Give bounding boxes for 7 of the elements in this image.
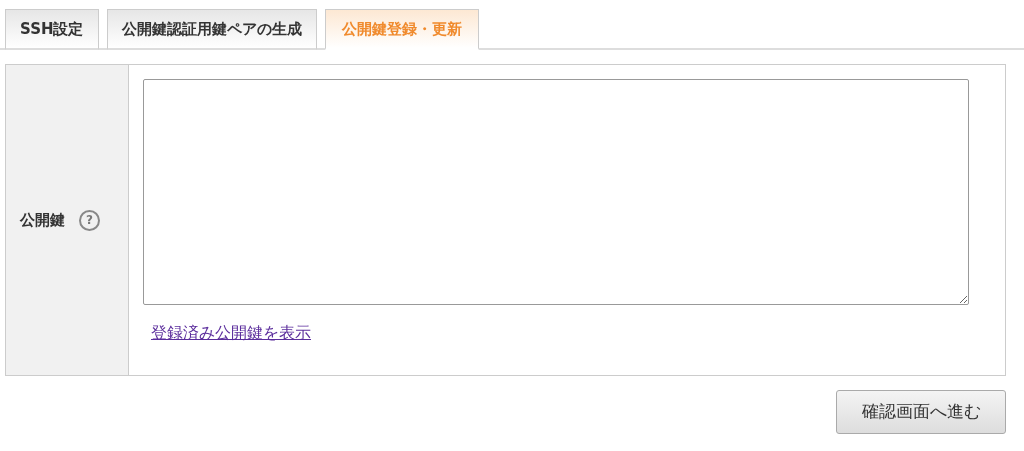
confirm-button[interactable]: 確認画面へ進む: [836, 390, 1006, 434]
public-key-field[interactable]: [143, 79, 969, 305]
show-keys-link[interactable]: 登録済み公開鍵を表示: [151, 321, 311, 345]
tab[interactable]: SSH設定: [5, 9, 99, 50]
tab[interactable]: 公開鍵認証用鍵ペアの生成: [106, 9, 317, 50]
help-icon[interactable]: ?: [79, 209, 100, 231]
field-label: 公開鍵: [20, 209, 65, 231]
